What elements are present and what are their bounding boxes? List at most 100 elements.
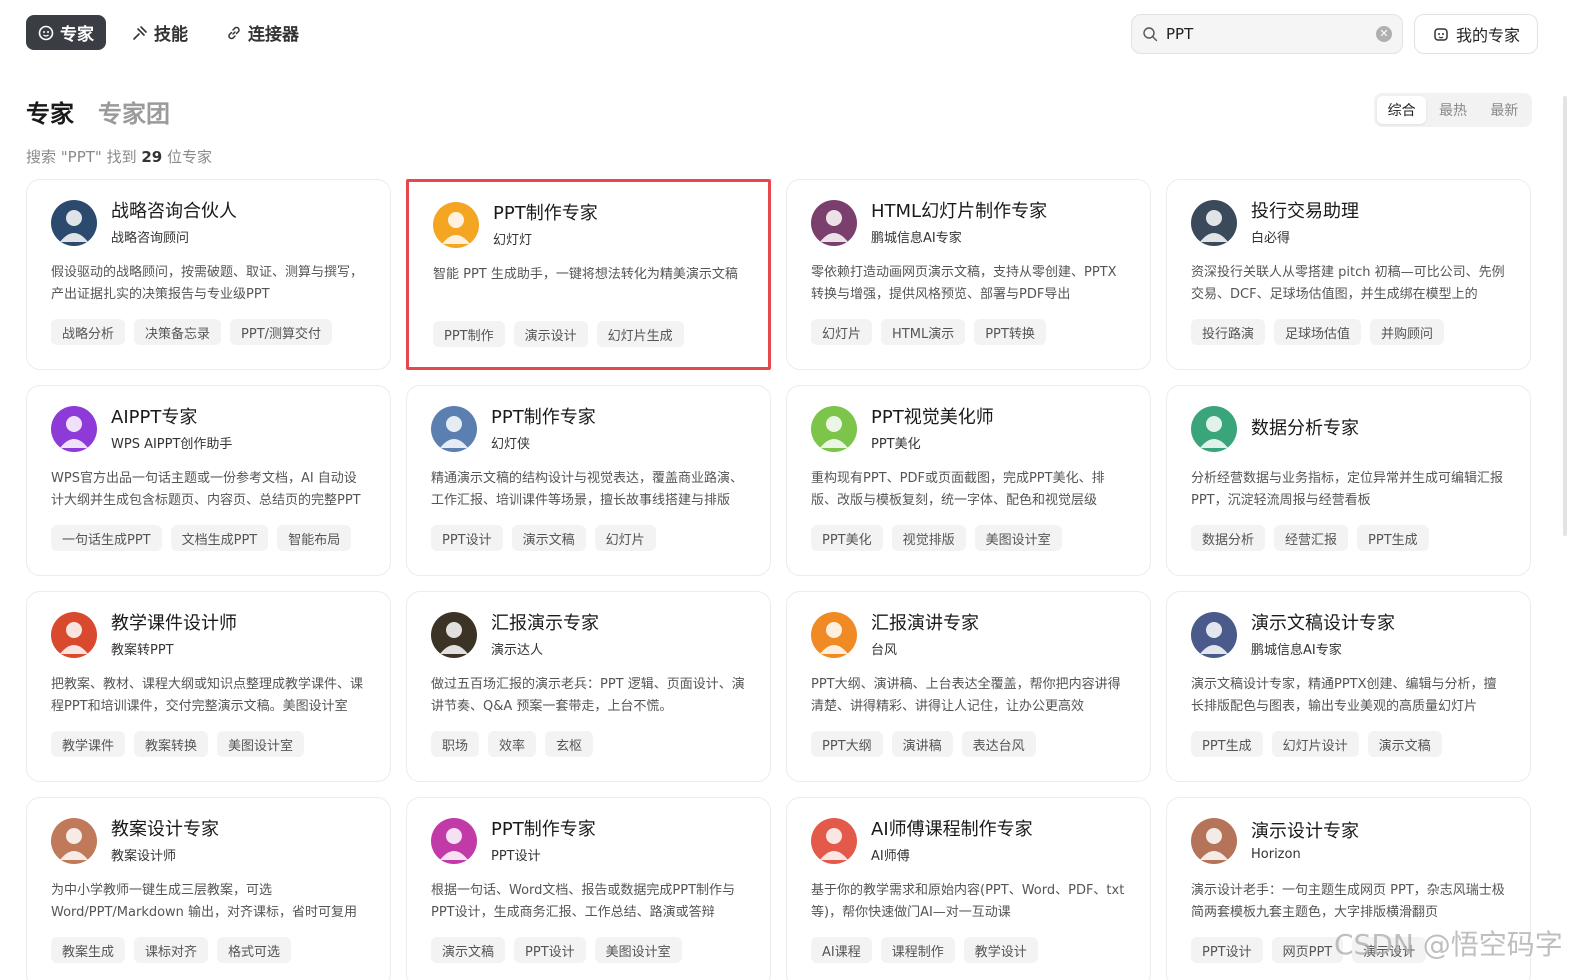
card-description: 演示文稿设计专家，精通PPTX创建、编辑与分析，擅长排版配色与图表，输出专业美观… xyxy=(1191,677,1497,714)
section-tab-experts[interactable]: 专家 xyxy=(26,94,74,129)
tag[interactable]: 并购顾问 xyxy=(1370,319,1445,345)
tag[interactable]: 足球场估值 xyxy=(1274,319,1362,345)
tag[interactable]: 教案转换 xyxy=(134,731,209,757)
expert-card[interactable]: 战略咨询合伙人 战略咨询顾问 假设驱动的战略顾问，按需破题、取证、测算与撰写，产出证… xyxy=(26,179,391,370)
man-suit-avatar xyxy=(60,210,88,242)
card-title-block: 教学课件设计师 教案转PPT xyxy=(111,612,237,658)
tag[interactable]: 格式可选 xyxy=(217,937,292,963)
scrollbar[interactable] xyxy=(1563,96,1567,536)
watermark: CSDN @悟空码字 xyxy=(1334,928,1563,961)
card-title: PPT视觉美化师 xyxy=(871,407,994,428)
card-tags: 演示文稿 PPT设计 美图设计室 xyxy=(431,937,746,963)
clear-icon[interactable]: ✕ xyxy=(1376,26,1392,42)
sort-hottest[interactable]: 最热 xyxy=(1428,96,1477,124)
tag[interactable]: PPT制作 xyxy=(433,321,505,347)
tag[interactable]: 效率 xyxy=(488,731,537,757)
tag[interactable]: PPT美化 xyxy=(811,525,883,551)
card-subtitle: 幻灯灯 xyxy=(493,233,533,248)
tag[interactable]: 演讲稿 xyxy=(891,731,953,757)
expert-card[interactable]: 汇报演示专家 演示达人 做过五百场汇报的演示老兵：PPT 逻辑、页面设计、演讲节奏、… xyxy=(406,591,771,782)
tag[interactable]: PPT生成 xyxy=(1191,731,1263,757)
expert-card[interactable]: 教案设计专家 教案设计师 为中小学教师一键生成三层教案，可选Word/PPT/Mar… xyxy=(26,797,391,980)
tag[interactable]: PPT转换 xyxy=(974,319,1046,345)
tag[interactable]: 决策备忘录 xyxy=(134,319,222,345)
tag[interactable]: 幻灯片 xyxy=(594,525,656,551)
avatar xyxy=(1191,818,1237,864)
tag[interactable]: 表达台风 xyxy=(961,731,1036,757)
card-subtitle: PPT美化 xyxy=(871,437,921,452)
tag[interactable]: 幻灯片 xyxy=(811,319,873,345)
tag[interactable]: 课程制作 xyxy=(880,937,955,963)
tag[interactable]: PPT/测算交付 xyxy=(230,319,333,345)
expert-card[interactable]: 数据分析专家 分析经营数据与业务指标，定位异常并生成可编辑汇报PPT，沉淀轻流周报… xyxy=(1166,385,1531,576)
expert-card[interactable]: PPT制作专家 PPT设计 根据一句话、Word文档、报告或数据完成PPT制作与PP… xyxy=(406,797,771,980)
avatar xyxy=(1191,406,1237,452)
avatar xyxy=(431,818,477,864)
expert-card[interactable]: AI师傅课程制作专家 AI师傅 基于你的教学需求和原始内容(PPT、Word、PDF… xyxy=(786,797,1151,980)
expert-card[interactable]: HTML幻灯片制作专家 鹏城信息AI专家 零依赖打造动画网页演示文稿，支持从零创建、… xyxy=(786,179,1151,370)
tag[interactable]: 网页PPT xyxy=(1271,937,1344,963)
tag[interactable]: 教学课件 xyxy=(51,731,126,757)
tag[interactable]: 智能布局 xyxy=(277,525,352,551)
tag[interactable]: 美图设计室 xyxy=(217,731,305,757)
tab-connectors-label: 连接器 xyxy=(248,25,299,45)
tag[interactable]: PPT生成 xyxy=(1357,525,1429,551)
tag[interactable]: 美图设计室 xyxy=(594,937,682,963)
card-title-block: PPT制作专家 PPT设计 xyxy=(491,818,596,864)
card-tags: 职场 效率 玄枢 xyxy=(431,731,746,757)
tag[interactable]: 文档生成PPT xyxy=(170,525,269,551)
tag[interactable]: 投行路演 xyxy=(1191,319,1266,345)
tab-connectors[interactable]: 连接器 xyxy=(214,15,311,50)
expert-card[interactable]: 教学课件设计师 教案转PPT 把教案、教材、课程大纲或知识点整理成教学课件、课程PP… xyxy=(26,591,391,782)
expert-card[interactable]: PPT制作专家 幻灯侠 精通演示文稿的结构设计与视觉表达，覆盖商业路演、工作汇报、培… xyxy=(406,385,771,576)
tag[interactable]: PPT大纲 xyxy=(811,731,883,757)
tag[interactable]: 演示设计 xyxy=(513,321,588,347)
card-subtitle: 台风 xyxy=(871,643,898,658)
disc-avatar xyxy=(440,622,468,654)
expert-card[interactable]: AIPPT专家 WPS AIPPT创作助手 WPS官方出品一句话主题或一份参考文档，… xyxy=(26,385,391,576)
tab-skills[interactable]: 技能 xyxy=(120,15,200,50)
expert-card[interactable]: PPT视觉美化师 PPT美化 重构现有PPT、PDF或页面截图，完成PPT美化、排版… xyxy=(786,385,1151,576)
tag[interactable]: PPT设计 xyxy=(431,525,503,551)
tag[interactable]: 数据分析 xyxy=(1191,525,1266,551)
tag[interactable]: 经营汇报 xyxy=(1274,525,1349,551)
expert-card[interactable]: 投行交易助理 白必得 资深投行关联人从零搭建 pitch 初稿—可比公司、先例交易、… xyxy=(1166,179,1531,370)
card-header: 汇报演示专家 演示达人 xyxy=(431,612,746,658)
expert-card[interactable]: 汇报演讲专家 台风 PPT大纲、演讲稿、上台表达全覆盖，帮你把内容讲得清楚、讲得精彩… xyxy=(786,591,1151,782)
speaker-avatar xyxy=(820,622,848,654)
tag[interactable]: 演示文稿 xyxy=(1367,731,1442,757)
card-subtitle: 教案转PPT xyxy=(111,643,174,658)
section-tab-expert-teams[interactable]: 专家团 xyxy=(98,94,170,129)
tag[interactable]: 演示文稿 xyxy=(431,937,506,963)
sort-newest[interactable]: 最新 xyxy=(1480,96,1529,124)
teacher-avatar xyxy=(60,622,88,654)
tag[interactable]: 幻灯片生成 xyxy=(596,321,684,347)
tag[interactable]: HTML演示 xyxy=(881,319,966,345)
tag[interactable]: AI课程 xyxy=(811,937,872,963)
tag[interactable]: 课标对齐 xyxy=(134,937,209,963)
my-expert-button[interactable]: 我的专家 xyxy=(1414,14,1538,54)
card-title: AI师傅课程制作专家 xyxy=(871,819,1033,840)
aippt-logo xyxy=(60,416,88,448)
tag[interactable]: 幻灯片设计 xyxy=(1271,731,1359,757)
tag[interactable]: PPT设计 xyxy=(514,937,586,963)
tag[interactable]: 战略分析 xyxy=(51,319,126,345)
card-title: 投行交易助理 xyxy=(1251,201,1359,222)
tag[interactable]: 视觉排版 xyxy=(891,525,966,551)
search-input[interactable] xyxy=(1166,25,1376,43)
card-header: 教案设计专家 教案设计师 xyxy=(51,818,366,864)
tab-experts[interactable]: 专家 xyxy=(26,15,106,50)
tag[interactable]: 玄枢 xyxy=(545,731,594,757)
tag[interactable]: 职场 xyxy=(431,731,480,757)
tag[interactable]: PPT设计 xyxy=(1191,937,1263,963)
tag[interactable]: 一句话生成PPT xyxy=(51,525,162,551)
card-description: 把教案、教材、课程大纲或知识点整理成教学课件、课程PPT和培训课件，交付完整演示… xyxy=(51,677,364,714)
expert-card[interactable]: PPT制作专家 幻灯灯 智能 PPT 生成助手，一键将想法转化为精美演示文稿 PPT制… xyxy=(406,179,771,370)
tag[interactable]: 教案生成 xyxy=(51,937,126,963)
avatar xyxy=(431,612,477,658)
sort-overall[interactable]: 综合 xyxy=(1377,96,1427,124)
tag[interactable]: 演示文稿 xyxy=(511,525,586,551)
expert-card[interactable]: 演示文稿设计专家 鹏城信息AI专家 演示文稿设计专家，精通PPTX创建、编辑与分析，… xyxy=(1166,591,1531,782)
tag[interactable]: 教学设计 xyxy=(963,937,1038,963)
tag[interactable]: 美图设计室 xyxy=(974,525,1062,551)
